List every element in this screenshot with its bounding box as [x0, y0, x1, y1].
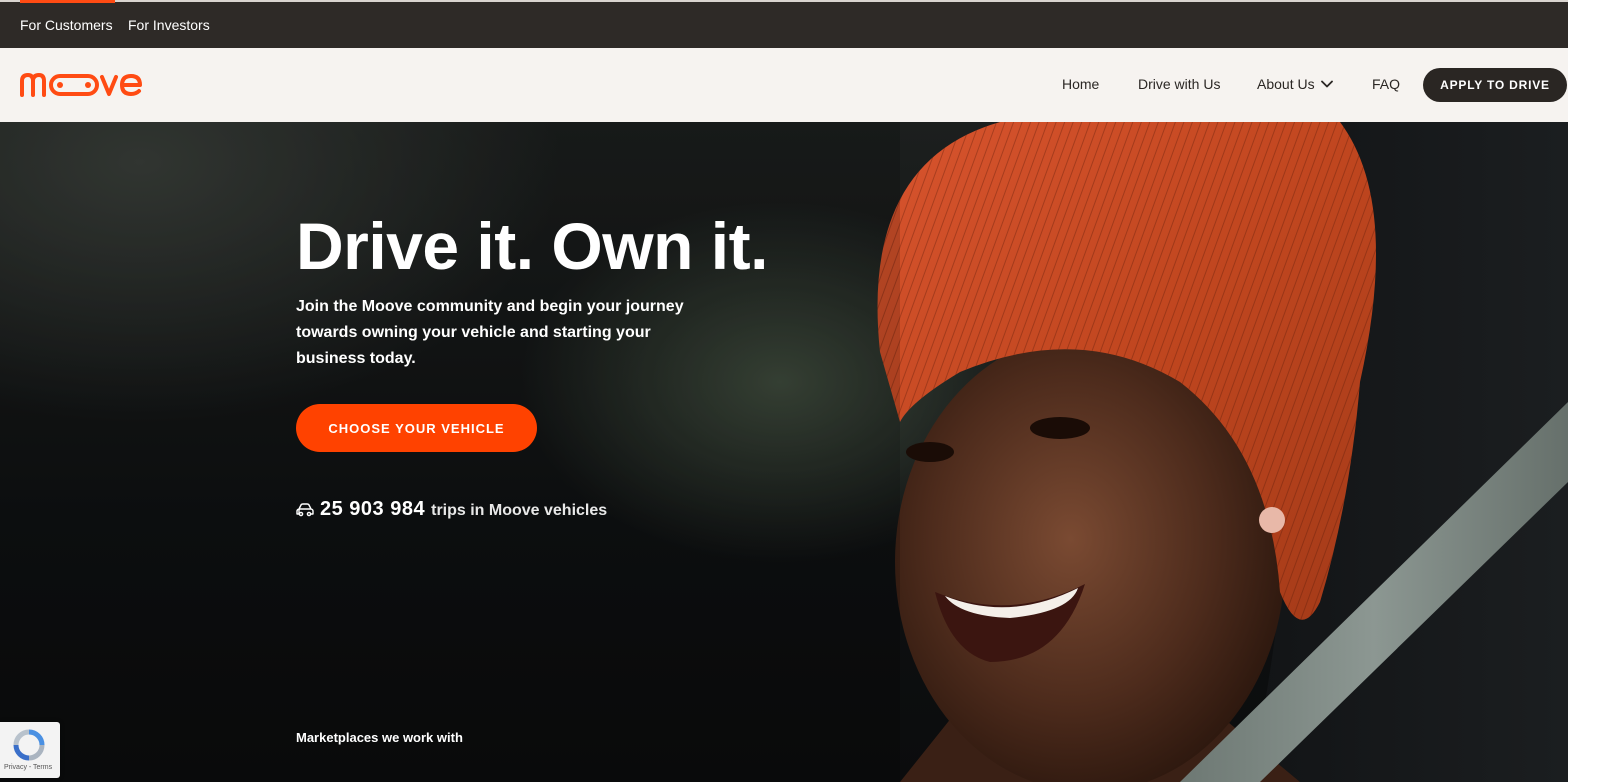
page-scrollbar[interactable] [1568, 0, 1600, 782]
tab-for-investors[interactable]: For Investors [128, 2, 210, 48]
hero-subtitle: Join the Moove community and begin your … [296, 298, 684, 367]
tab-for-customers[interactable]: For Customers [20, 0, 115, 48]
nav-home[interactable]: Home [1062, 76, 1099, 92]
nav-faq[interactable]: FAQ [1372, 76, 1400, 92]
recaptcha-icon [13, 729, 45, 761]
hero-title: Drive it. Own it. [296, 209, 768, 283]
nav-about-us-label: About Us [1257, 76, 1315, 92]
hero-section: Drive it. Own it. Join the Moove communi… [0, 122, 1568, 782]
recaptcha-badge[interactable]: Privacy - Terms [0, 722, 60, 778]
recaptcha-privacy-terms[interactable]: Privacy - Terms [4, 764, 52, 771]
nav-drive-with-us[interactable]: Drive with Us [1138, 76, 1220, 92]
nav-about-us[interactable]: About Us [1257, 76, 1333, 92]
marketplaces-heading: Marketplaces we work with [296, 730, 463, 745]
moove-logo-icon [20, 73, 142, 97]
trips-label: trips in Moove vehicles [431, 501, 608, 519]
choose-your-vehicle-button[interactable]: CHOOSE YOUR VEHICLE [296, 404, 537, 452]
apply-to-drive-button[interactable]: APPLY TO DRIVE [1423, 68, 1567, 102]
moove-logo[interactable] [20, 70, 144, 98]
hero-photo [0, 122, 1568, 782]
audience-bar: For Customers For Investors [0, 0, 1568, 48]
chevron-down-icon [1320, 80, 1333, 88]
site-header: Home Drive with Us About Us FAQ APPLY TO… [0, 48, 1568, 122]
trips-count: 25 903 984 [320, 498, 426, 520]
trips-counter: 25 903 984 trips in Moove vehicles [296, 498, 607, 521]
car-icon [296, 502, 314, 516]
